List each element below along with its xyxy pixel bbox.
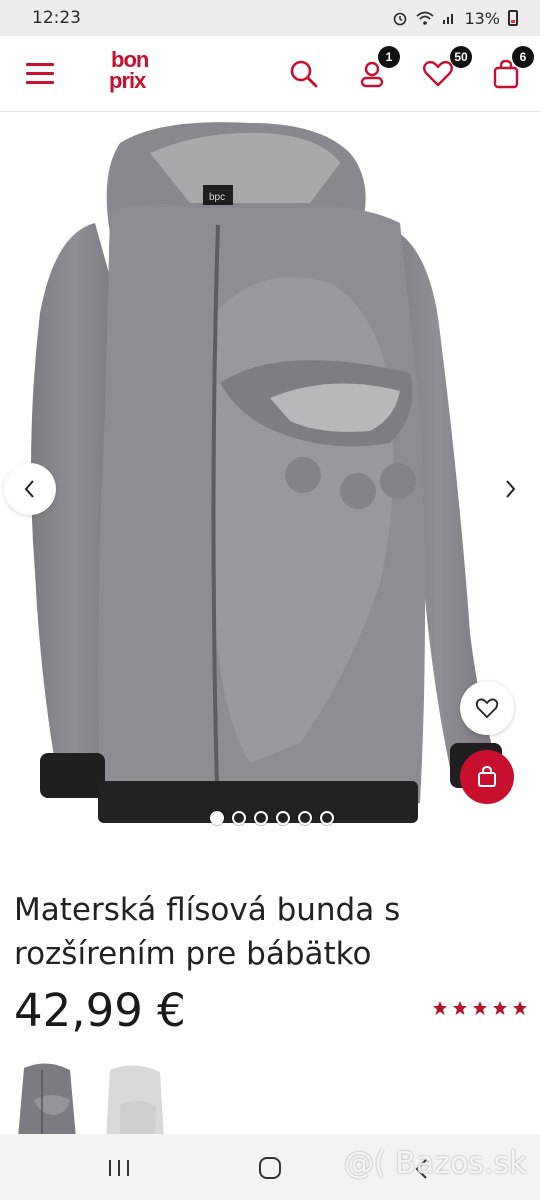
gallery-pagination [210,811,334,827]
rating-stars[interactable] [432,1000,528,1016]
thumbnail-strip [0,1060,540,1135]
product-image: bpc [31,122,502,823]
star-icon [493,1001,507,1015]
status-time: 12:23 [32,8,81,28]
gallery-next-button[interactable] [484,463,536,515]
pagination-dot[interactable] [210,811,224,825]
star-icon [473,1001,487,1015]
battery-icon [508,10,518,26]
star-icon [453,1001,467,1015]
home-icon [259,1157,281,1179]
add-to-wishlist-button[interactable] [460,681,514,735]
add-to-cart-button[interactable] [460,750,514,804]
menu-icon[interactable] [26,63,54,85]
search-icon[interactable] [286,56,322,92]
signal-icon [443,14,454,24]
heart-icon [475,698,499,718]
pagination-dot[interactable] [320,811,334,825]
pagination-dot[interactable] [298,811,312,825]
wishlist-badge: 50 [450,46,472,68]
wifi-icon [416,11,435,25]
gallery-prev-button[interactable] [4,463,56,515]
account-button[interactable]: 1 [354,46,400,92]
recent-apps-icon [109,1160,129,1176]
product-gallery[interactable]: bpc [0,113,540,840]
bonprix-logo[interactable]: bon prix [109,49,169,100]
product-price: 42,99 € [14,984,186,1037]
pagination-dot[interactable] [232,811,246,825]
battery-percent: 13% [464,8,500,28]
cart-button[interactable]: 6 [488,46,534,92]
app-header: bon prix 1 50 6 [0,36,540,112]
alarm-icon [394,12,407,26]
status-bar: 12:23 13% [0,0,540,36]
svg-text:bpc: bpc [209,192,225,203]
chevron-left-icon [24,480,34,498]
pagination-dot[interactable] [254,811,268,825]
bag-icon [478,765,496,787]
thumbnail-1[interactable] [12,1060,82,1135]
status-icons: 13% [392,9,518,28]
product-title: Materská flísová bunda s rozšírením pre … [14,892,401,972]
account-badge: 1 [378,46,400,68]
star-icon [433,1001,447,1015]
chevron-right-icon [506,480,516,498]
thumbnail-2[interactable] [100,1060,170,1135]
logo-line2: prix [109,68,146,93]
wishlist-button[interactable]: 50 [420,46,472,92]
star-icon [513,1001,527,1015]
home-button[interactable] [258,1156,282,1185]
pagination-dot[interactable] [276,811,290,825]
cart-badge: 6 [512,46,534,68]
recent-apps-button[interactable] [106,1158,132,1183]
watermark: @( Bazos.sk [344,1146,527,1181]
